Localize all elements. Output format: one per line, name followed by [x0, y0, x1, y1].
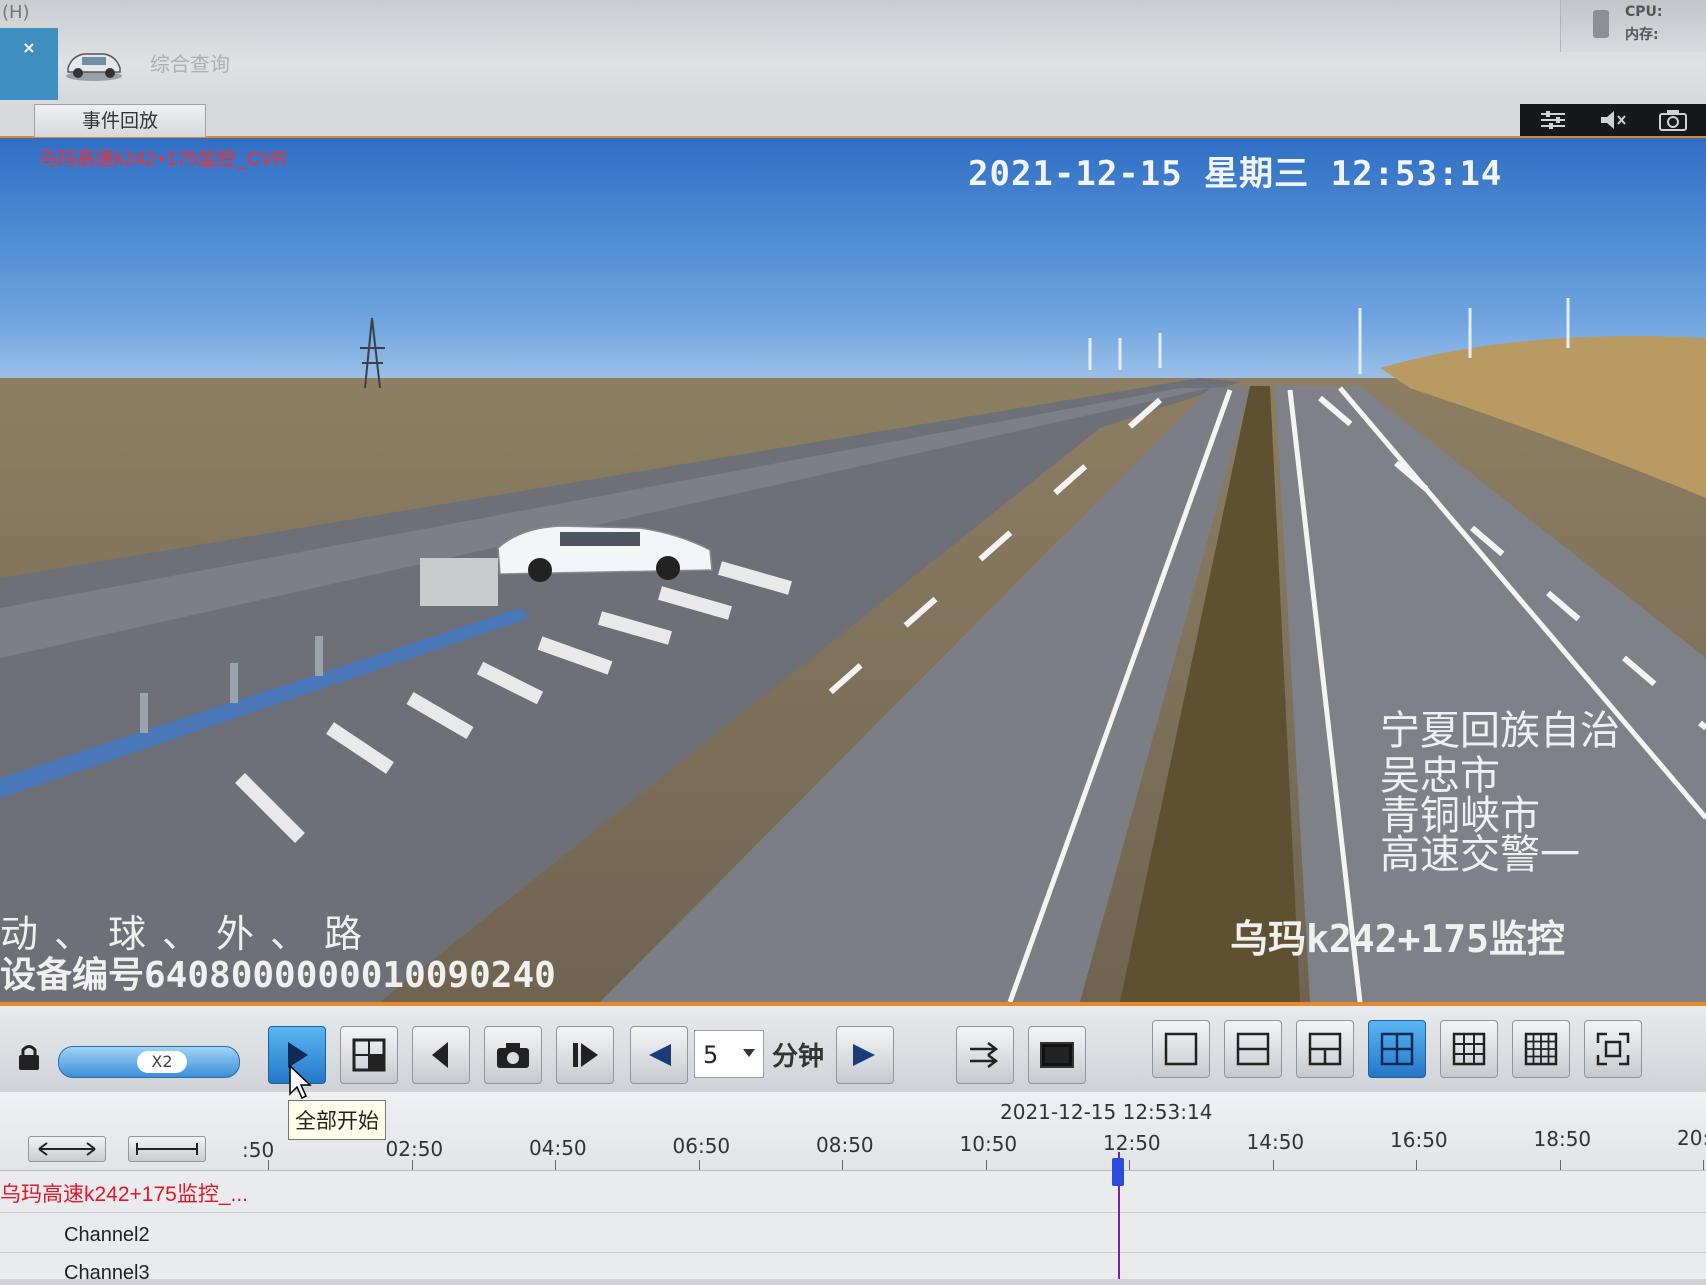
compress-arrows-icon: [136, 1143, 198, 1155]
start-all-tooltip: 全部开始: [288, 1100, 386, 1140]
speed-slider[interactable]: X2: [58, 1046, 240, 1078]
screen-icon: [1040, 1042, 1074, 1068]
layout-2-icon: [1236, 1032, 1270, 1066]
timeline-tick-mark: [555, 1160, 556, 1170]
timeline-tick-mark: [411, 1160, 413, 1170]
interval-unit: 分钟: [772, 1042, 825, 1072]
stats-icon: [1593, 10, 1609, 38]
tab-strip: 事件回放: [0, 100, 1706, 138]
playback-control-bar: X2 5 分钟: [0, 1006, 1706, 1092]
memory-label: 内存:: [1625, 27, 1659, 43]
expand-arrows-icon: [38, 1142, 96, 1156]
layout-16-icon: [1524, 1032, 1558, 1066]
timeline-panel[interactable]: 2021-12-15 12:53:14 :50 02:50 04:50 06:50 08…: [0, 1092, 1706, 1284]
camera-icon: [497, 1043, 529, 1068]
timeline-ruler[interactable]: 2021-12-15 12:53:14 :50 02:50 04:50 06:50 08…: [0, 1092, 1706, 1171]
interval-value: 5: [703, 1041, 719, 1069]
timeline-tick-label: 04:50: [529, 1135, 587, 1160]
osd-datetime: 2021-12-15 星期三 12:53:14: [968, 154, 1503, 194]
timeline-tick-label: 02:50: [385, 1136, 444, 1161]
close-icon: ×: [22, 38, 36, 57]
track-divider: [0, 1212, 1706, 1213]
camera-name-label: 乌玛高速k242+175监控_CVR: [38, 149, 287, 170]
mute-icon[interactable]: [1598, 108, 1628, 132]
timeline-tick-mark: [1703, 1160, 1704, 1170]
system-stats: CPU: 内存:: [1560, 0, 1706, 52]
lock-icon[interactable]: [16, 1042, 42, 1072]
layout-4-button[interactable]: [1368, 1020, 1426, 1078]
video-playback-window[interactable]: 乌玛高速k242+175监控_CVR 2021-12-15 星期三 12:53:…: [0, 138, 1706, 1006]
tab-event-playback[interactable]: 事件回放: [34, 104, 206, 137]
cursor-time-label: 2021-12-15 12:53:14: [1000, 1100, 1213, 1124]
layout-16-button[interactable]: [1512, 1020, 1570, 1078]
sync-button[interactable]: [956, 1026, 1014, 1084]
timeline-expand-button[interactable]: [28, 1136, 106, 1162]
layout-1-button[interactable]: [1152, 1020, 1210, 1078]
interval-select[interactable]: 5: [694, 1030, 764, 1078]
osd-camera-name: 乌玛k242+175监控: [1230, 917, 1566, 961]
timeline-tick-label: 16:50: [1390, 1128, 1448, 1153]
layout-9-icon: [1452, 1032, 1486, 1066]
layout-1-icon: [1164, 1032, 1198, 1066]
sync-arrows-icon: [970, 1042, 999, 1068]
timeline-tick-mark: [1272, 1160, 1274, 1170]
osd-location-line: 高速交警一: [1380, 832, 1580, 878]
track-label[interactable]: 乌玛高速k242+175监控_...: [0, 1178, 248, 1208]
timeline-tick-label: 20:50: [1677, 1126, 1706, 1150]
timeline-tick-label: 10:50: [959, 1132, 1018, 1156]
close-panel-button[interactable]: ×: [0, 28, 58, 108]
fullscreen-icon: [1596, 1032, 1630, 1066]
chevron-left-icon: [649, 1044, 671, 1066]
cpu-label: CPU:: [1625, 4, 1663, 20]
menu-fragment[interactable]: (H): [2, 2, 30, 23]
track-label[interactable]: Channel2: [64, 1224, 150, 1247]
module-title[interactable]: 综合查询: [150, 48, 230, 77]
timeline-tick-mark: [1416, 1160, 1417, 1170]
timeline-tick-mark: [268, 1160, 269, 1170]
layout-9-button[interactable]: [1440, 1020, 1498, 1078]
chevron-down-icon: [743, 1049, 755, 1057]
layout-switch-button[interactable]: [340, 1026, 398, 1084]
fullscreen-button[interactable]: [1584, 1020, 1642, 1078]
layout-4-icon: [1380, 1032, 1414, 1066]
playhead-handle[interactable]: [1112, 1158, 1124, 1186]
track-label[interactable]: Channel3: [64, 1262, 150, 1285]
next-frame-button[interactable]: [556, 1026, 614, 1084]
mouse-cursor-icon: [289, 1064, 312, 1100]
settings-icon[interactable]: [1538, 108, 1568, 132]
layout-3-button[interactable]: [1296, 1020, 1354, 1078]
timeline-tick-mark: [1129, 1160, 1130, 1170]
snapshot-icon[interactable]: [1658, 108, 1688, 132]
prev-frame-button[interactable]: [412, 1026, 470, 1084]
timeline-tick-mark: [985, 1160, 987, 1170]
timeline-tick-label: :50: [242, 1138, 275, 1162]
layout-grid-icon: [352, 1038, 386, 1072]
chevron-right-icon: [853, 1044, 875, 1066]
timeline-tick-label: 06:50: [672, 1134, 731, 1159]
single-view-button[interactable]: [1028, 1026, 1086, 1084]
timeline-tick-label: 18:50: [1533, 1127, 1592, 1152]
step-back-minutes-button[interactable]: [630, 1026, 688, 1084]
app-titlebar: (H) × 综合查询 CPU: 内存:: [0, 0, 1706, 108]
timeline-tick-label: 14:50: [1246, 1129, 1305, 1154]
timeline-compress-button[interactable]: [128, 1136, 206, 1162]
track-divider: [0, 1252, 1706, 1253]
snapshot-button[interactable]: [484, 1026, 542, 1084]
timeline-tick-mark: [1559, 1160, 1561, 1170]
step-back-icon: [432, 1042, 448, 1068]
video-toolbar: [1520, 104, 1706, 136]
osd-device-id: 设备编号6408000000010090240: [0, 955, 556, 996]
timeline-tick-mark: [842, 1160, 843, 1170]
timeline-tick-label: 12:50: [1103, 1130, 1161, 1155]
frame-forward-icon: [573, 1043, 598, 1067]
timeline-tick-mark: [698, 1160, 700, 1170]
layout-2-button[interactable]: [1224, 1020, 1282, 1078]
layout-3-icon: [1308, 1032, 1342, 1066]
timeline-tick-label: 08:50: [816, 1133, 874, 1158]
speed-label: X2: [137, 1051, 187, 1073]
car-camera-icon: [66, 53, 122, 81]
step-forward-minutes-button[interactable]: [836, 1026, 894, 1084]
